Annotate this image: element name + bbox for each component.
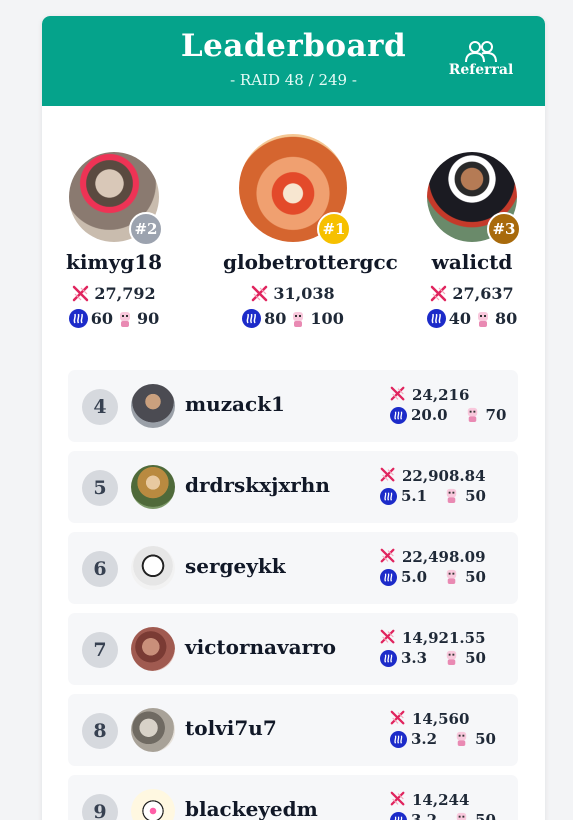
player-name: tolvi7u7	[185, 716, 277, 740]
rank-badge: #3	[487, 212, 521, 246]
podium-second[interactable]: #2 kimyg18 27,792 60 90	[44, 132, 184, 328]
player-stats: 3.2 50	[390, 730, 496, 748]
pet-icon	[443, 568, 461, 586]
leaderboard-card: Leaderboard - RAID 48 / 249 - Referral #…	[42, 16, 545, 820]
list-item[interactable]: 5 drdrskxjxrhn 22,908.84 5.1 50	[68, 451, 518, 523]
avatar	[131, 708, 175, 752]
rank-number: 4	[82, 389, 118, 425]
rank-number: 5	[82, 470, 118, 506]
steem-coin-icon	[390, 811, 407, 820]
player-name: muzack1	[185, 392, 285, 416]
player-score: 14,244	[390, 791, 469, 809]
list-item[interactable]: 6 sergeykk 22,498.09 5.0 50	[68, 532, 518, 604]
player-name: globetrottergcc	[223, 250, 398, 274]
player-name: victornavarro	[185, 635, 337, 659]
player-score: 24,216	[390, 386, 469, 404]
pet-icon	[453, 811, 471, 820]
player-stats: 20.0 70	[390, 406, 506, 424]
avatar: #3	[427, 152, 521, 246]
podium-third[interactable]: #3 walictd 27,637 40 80	[402, 132, 542, 328]
leaderboard-header: Leaderboard - RAID 48 / 249 - Referral	[42, 16, 545, 106]
sword-icon	[380, 629, 398, 647]
rank-number: 6	[82, 551, 118, 587]
steem-coin-icon	[390, 730, 407, 748]
pet-icon	[116, 310, 134, 328]
player-score: 27,637	[402, 284, 542, 303]
player-stats: 80 100	[223, 309, 363, 328]
podium-first[interactable]: #1 globetrottergcc 31,038 80 100	[223, 132, 398, 328]
users-icon	[465, 41, 497, 63]
rank-number: 8	[82, 713, 118, 749]
list-item[interactable]: 4 muzack1 24,216 20.0 70	[68, 370, 518, 442]
steem-coin-icon	[380, 568, 397, 586]
player-score: 22,498.09	[380, 548, 486, 566]
player-stats: 3.2 50	[390, 811, 496, 820]
sword-icon	[390, 710, 408, 728]
sword-icon	[390, 791, 408, 809]
avatar	[131, 789, 175, 820]
list-item[interactable]: 8 tolvi7u7 14,560 3.2 50	[68, 694, 518, 766]
sword-icon	[380, 467, 398, 485]
steem-coin-icon	[380, 649, 397, 667]
player-score: 14,560	[390, 710, 469, 728]
player-name: blackeyedm	[185, 797, 318, 820]
rank-badge: #2	[129, 212, 163, 246]
rank-badge: #1	[317, 212, 351, 246]
avatar	[131, 384, 175, 428]
rank-number: 7	[82, 632, 118, 668]
player-score: 27,792	[44, 284, 184, 303]
pet-icon	[464, 406, 482, 424]
player-name: sergeykk	[185, 554, 286, 578]
referral-label: Referral	[448, 62, 514, 78]
pet-icon	[289, 310, 307, 328]
pet-icon	[443, 649, 461, 667]
player-name: drdrskxjxrhn	[185, 473, 330, 497]
avatar	[131, 627, 175, 671]
steem-coin-icon	[390, 406, 407, 424]
sword-icon	[72, 285, 90, 303]
rank-number: 9	[82, 794, 118, 820]
pet-icon	[474, 310, 492, 328]
list-item[interactable]: 7 victornavarro 14,921.55 3.3 50	[68, 613, 518, 685]
list-item[interactable]: 9 blackeyedm 14,244 3.2 50	[68, 775, 518, 820]
player-stats: 40 80	[402, 309, 542, 328]
avatar: #1	[239, 134, 351, 246]
steem-coin-icon	[68, 309, 88, 328]
sword-icon	[390, 386, 408, 404]
steem-coin-icon	[380, 487, 397, 505]
player-stats: 5.0 50	[380, 568, 486, 586]
sword-icon	[380, 548, 398, 566]
steem-coin-icon	[426, 309, 446, 328]
avatar	[131, 546, 175, 590]
sword-icon	[430, 285, 448, 303]
player-score: 31,038	[223, 284, 363, 303]
referral-button[interactable]: Referral	[446, 40, 516, 78]
sword-icon	[251, 285, 269, 303]
player-score: 14,921.55	[380, 629, 486, 647]
player-name: kimyg18	[65, 250, 163, 274]
player-stats: 60 90	[44, 309, 184, 328]
avatar	[131, 465, 175, 509]
player-score: 22,908.84	[380, 467, 486, 485]
avatar: #2	[69, 152, 163, 246]
player-stats: 3.3 50	[380, 649, 486, 667]
player-name: walictd	[431, 250, 513, 274]
pet-icon	[443, 487, 461, 505]
steem-coin-icon	[242, 309, 262, 328]
player-stats: 5.1 50	[380, 487, 486, 505]
pet-icon	[453, 730, 471, 748]
